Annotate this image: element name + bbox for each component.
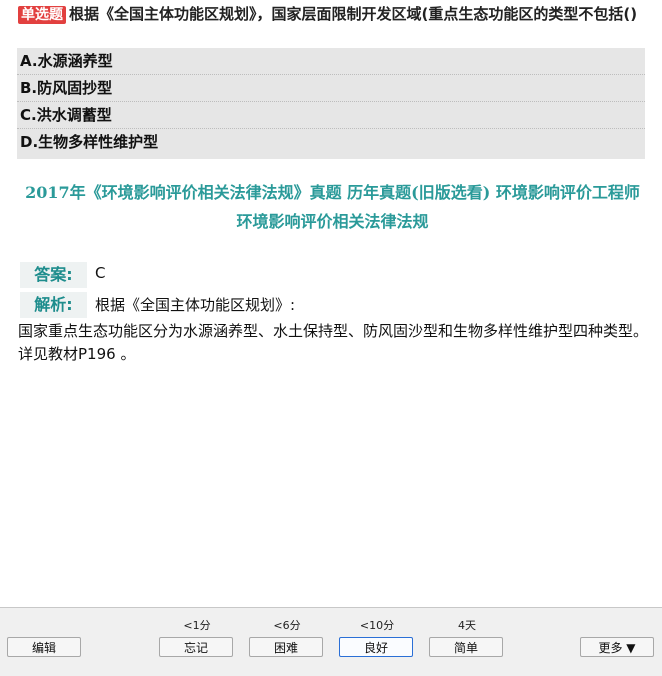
review-bar: 编辑 <1分 <6分 <10分 4天 忘记 困难 良好 简单 更多 ▼ — [0, 607, 662, 676]
more-button[interactable]: 更多 ▼ — [580, 637, 654, 657]
analysis-line: 详见教材P196 。 — [18, 345, 136, 363]
question-text: 根据《全国主体功能区规划》，国家层面限制开发区域(重点生态功能区的类型不包括() — [69, 5, 638, 23]
option-c[interactable]: C.洪水调蓄型 — [17, 102, 645, 129]
edit-button[interactable]: 编辑 — [7, 637, 81, 657]
hard-button[interactable]: 困难 — [249, 637, 323, 657]
question-text-block: 单选题 根据《全国主体功能区规划》，国家层面限制开发区域(重点生态功能区的类型不包… — [18, 3, 648, 25]
good-button[interactable]: 良好 — [339, 637, 413, 657]
interval-good: <10分 — [359, 619, 395, 632]
option-d[interactable]: D.生物多样性维护型 — [17, 129, 645, 159]
again-button[interactable]: 忘记 — [159, 637, 233, 657]
question-source: 2017年《环境影响评价相关法律法规》真题 历年真题(旧版选看) 环境影响评价工… — [25, 183, 640, 231]
option-b[interactable]: B.防风固抄型 — [17, 75, 645, 102]
analysis-row: 解析: 根据《全国主体功能区规划》: — [18, 292, 648, 318]
answer-label: 答案: — [20, 262, 87, 288]
interval-hard: <6分 — [273, 619, 301, 632]
option-a[interactable]: A.水源涵养型 — [17, 48, 645, 75]
analysis-heading: 根据《全国主体功能区规划》: — [95, 296, 296, 314]
answer-row: 答案: C — [18, 262, 648, 288]
analysis-line: 国家重点生态功能区分为水源涵养型、水土保持型、防风固沙型和生物多样性维护型四种类… — [18, 322, 649, 340]
analysis-label: 解析: — [20, 292, 87, 318]
options-list: A.水源涵养型 B.防风固抄型 C.洪水调蓄型 D.生物多样性维护型 — [17, 48, 645, 159]
answer-value: C — [95, 264, 106, 282]
easy-button[interactable]: 简单 — [429, 637, 503, 657]
interval-again: <1分 — [183, 619, 211, 632]
analysis-body: 国家重点生态功能区分为水源涵养型、水土保持型、防风固沙型和生物多样性维护型四种类… — [18, 320, 648, 366]
question-type-badge: 单选题 — [18, 6, 66, 24]
interval-easy: 4天 — [458, 619, 476, 632]
